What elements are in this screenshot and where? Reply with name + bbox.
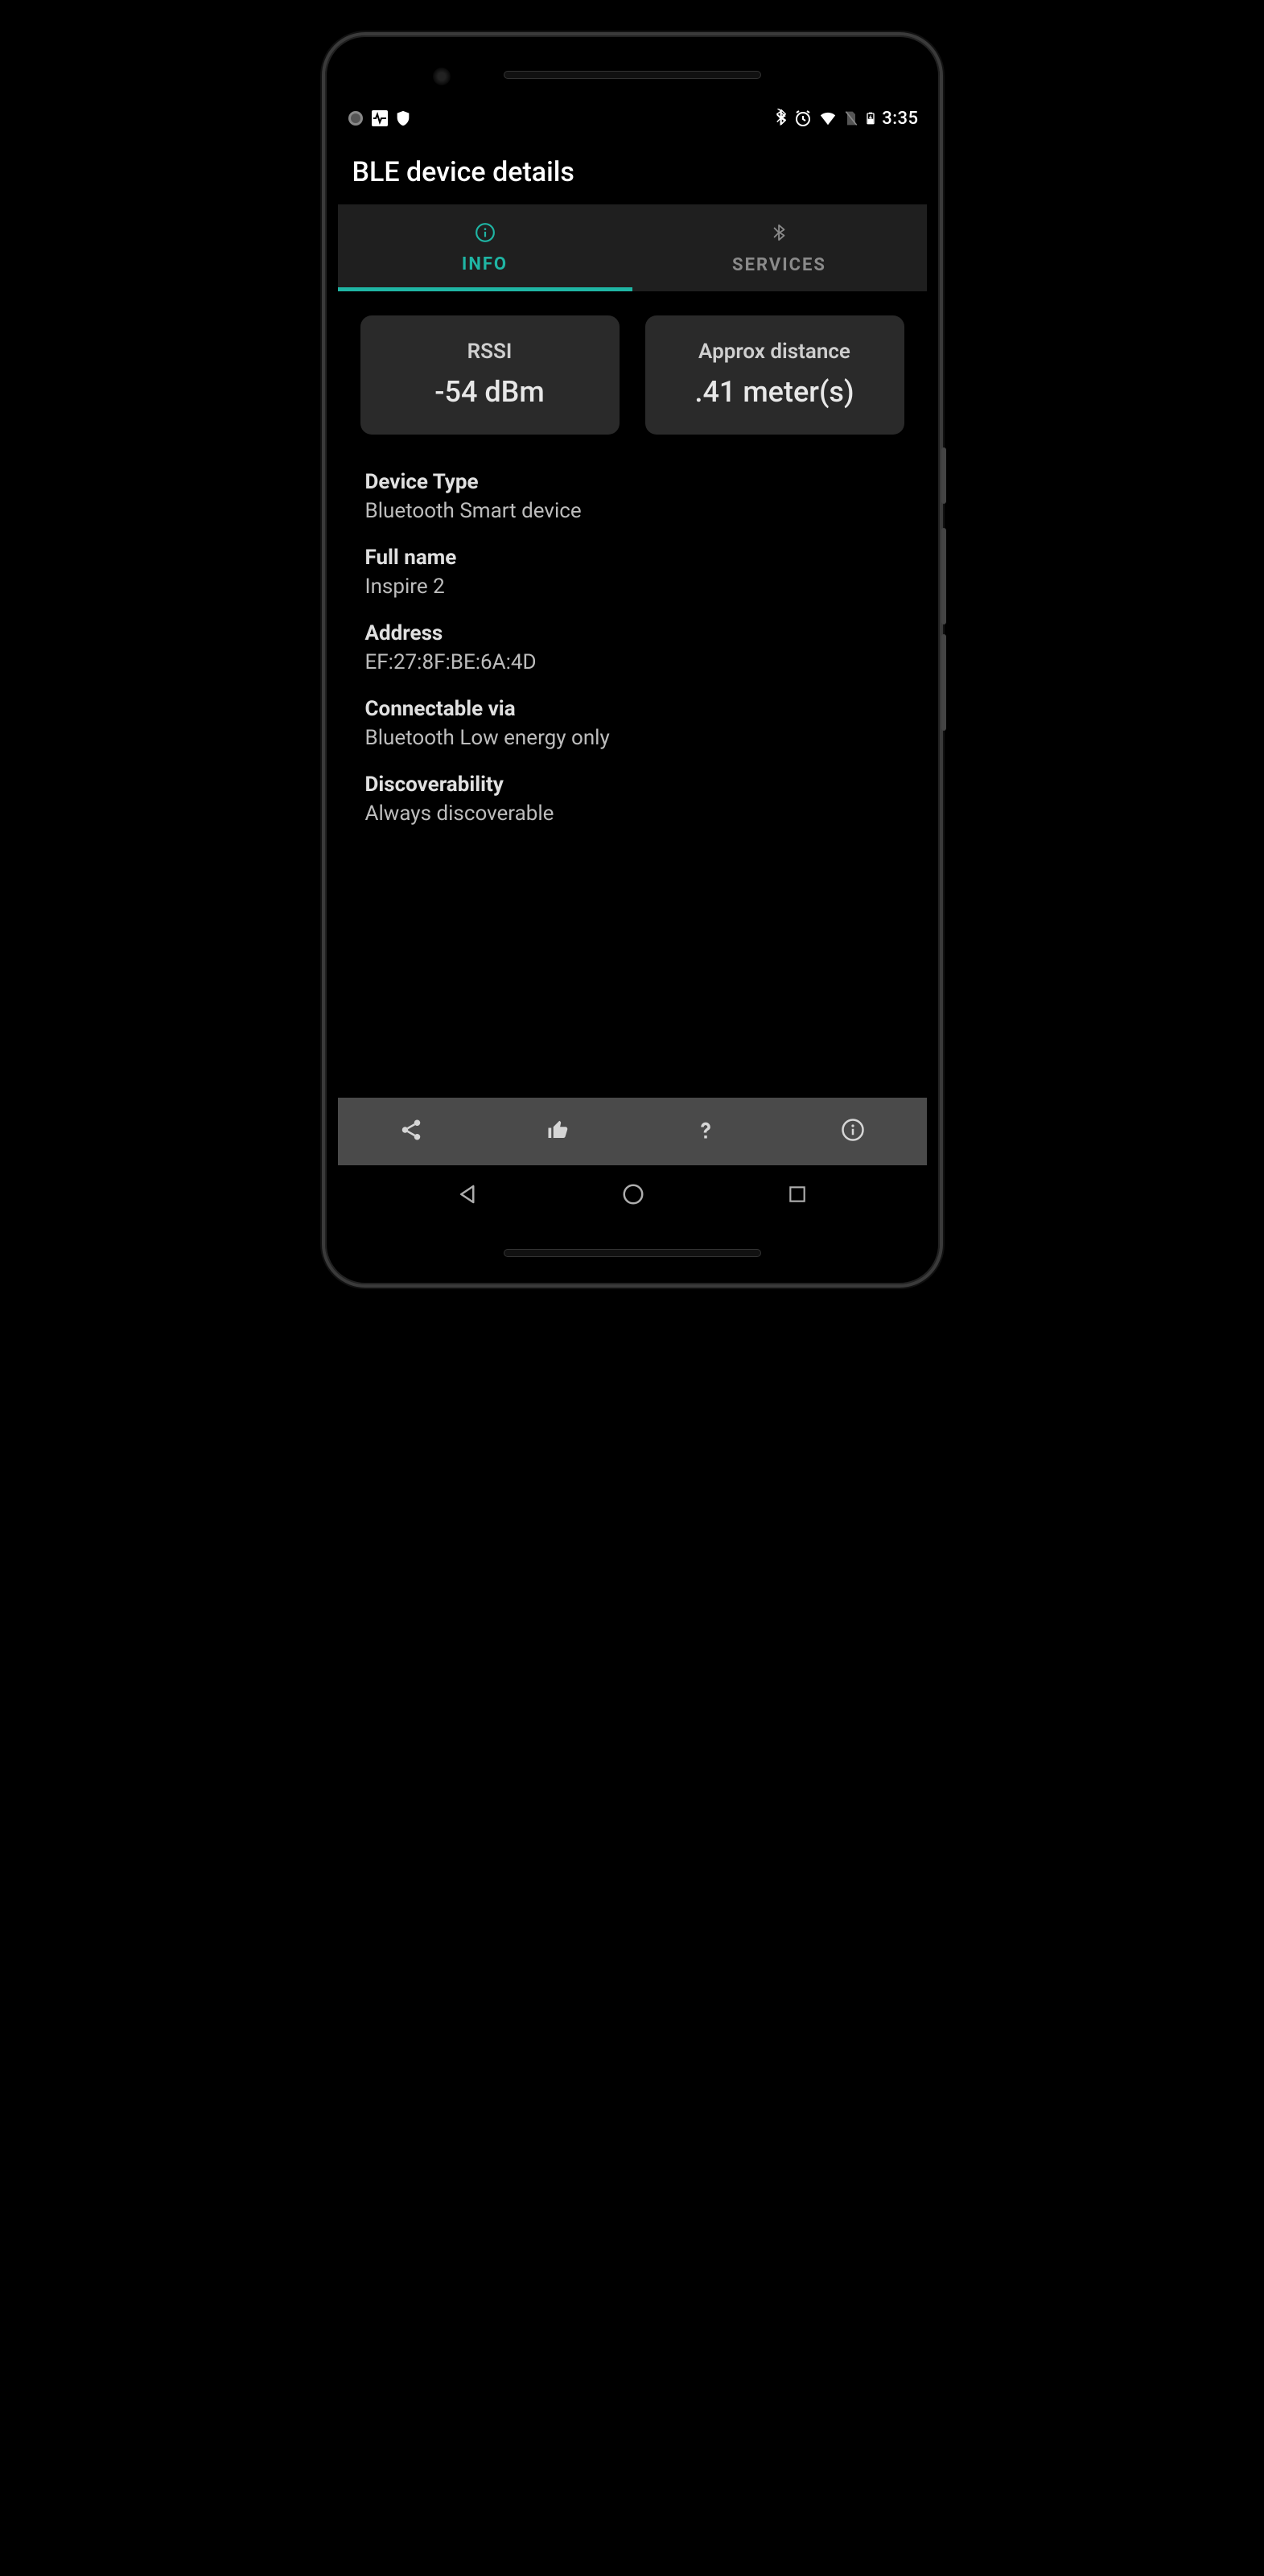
app-bar: BLE device details xyxy=(338,135,927,204)
android-nav-bar xyxy=(338,1165,927,1226)
status-clock: 3:35 xyxy=(882,109,918,129)
wifi-icon xyxy=(817,109,838,127)
detail-value: Inspire 2 xyxy=(365,575,904,599)
content-area: RSSI -54 dBm Approx distance .41 meter(s… xyxy=(338,291,927,1098)
share-icon xyxy=(399,1118,423,1145)
info-icon xyxy=(841,1118,865,1145)
distance-card: Approx distance .41 meter(s) xyxy=(645,315,904,435)
detail-value: Bluetooth Low energy only xyxy=(365,726,904,750)
front-camera xyxy=(433,68,451,85)
detail-discoverability: Discoverability Always discoverable xyxy=(360,773,904,826)
back-button[interactable] xyxy=(456,1182,480,1210)
no-sim-icon xyxy=(843,109,859,128)
tab-info[interactable]: INFO xyxy=(338,204,632,291)
thumbs-up-icon xyxy=(546,1118,570,1145)
share-button[interactable] xyxy=(338,1098,485,1165)
volume-up-button xyxy=(941,528,946,624)
home-button[interactable] xyxy=(621,1182,645,1210)
detail-label: Address xyxy=(365,621,904,645)
screen: 3:35 BLE device details INFO SERVICES xyxy=(338,101,927,1226)
rssi-card: RSSI -54 dBm xyxy=(360,315,620,435)
alarm-icon xyxy=(793,109,813,128)
tab-info-label: INFO xyxy=(462,254,508,274)
detail-address: Address EF:27:8F:BE:6A:4D xyxy=(360,621,904,674)
power-button xyxy=(941,447,946,504)
detail-device-type: Device Type Bluetooth Smart device xyxy=(360,470,904,523)
distance-label: Approx distance xyxy=(653,340,896,364)
like-button[interactable] xyxy=(485,1098,632,1165)
back-icon xyxy=(456,1194,480,1210)
loading-icon xyxy=(346,109,365,128)
recents-button[interactable] xyxy=(787,1184,808,1208)
detail-label: Connectable via xyxy=(365,697,904,721)
about-button[interactable] xyxy=(780,1098,927,1165)
detail-full-name: Full name Inspire 2 xyxy=(360,546,904,599)
help-button[interactable] xyxy=(632,1098,780,1165)
detail-label: Full name xyxy=(365,546,904,570)
home-icon xyxy=(621,1194,645,1210)
activity-icon xyxy=(370,109,389,128)
detail-label: Device Type xyxy=(365,470,904,494)
rssi-value: -54 dBm xyxy=(368,375,611,409)
battery-charging-icon xyxy=(864,109,877,128)
tab-services[interactable]: SERVICES xyxy=(632,204,927,291)
bottom-speaker xyxy=(504,1249,761,1257)
page-title: BLE device details xyxy=(352,156,912,188)
recents-icon xyxy=(787,1193,808,1208)
shield-icon xyxy=(394,109,412,128)
distance-value: .41 meter(s) xyxy=(653,375,896,409)
info-icon xyxy=(475,222,496,246)
detail-value: Bluetooth Smart device xyxy=(365,499,904,523)
rssi-label: RSSI xyxy=(368,340,611,364)
bluetooth-icon xyxy=(774,109,788,128)
detail-value: EF:27:8F:BE:6A:4D xyxy=(365,650,904,674)
tab-bar: INFO SERVICES xyxy=(338,204,927,291)
volume-down-button xyxy=(941,634,946,731)
tab-services-label: SERVICES xyxy=(732,255,826,275)
stat-cards: RSSI -54 dBm Approx distance .41 meter(s… xyxy=(360,315,904,435)
detail-value: Always discoverable xyxy=(365,802,904,826)
help-icon xyxy=(694,1118,717,1145)
detail-connectable: Connectable via Bluetooth Low energy onl… xyxy=(360,697,904,750)
bluetooth-icon xyxy=(771,221,788,247)
action-bar xyxy=(338,1098,927,1165)
detail-label: Discoverability xyxy=(365,773,904,797)
phone-frame: 3:35 BLE device details INFO SERVICES xyxy=(322,32,943,1288)
earpiece-speaker xyxy=(504,71,761,79)
status-bar: 3:35 xyxy=(338,101,927,135)
